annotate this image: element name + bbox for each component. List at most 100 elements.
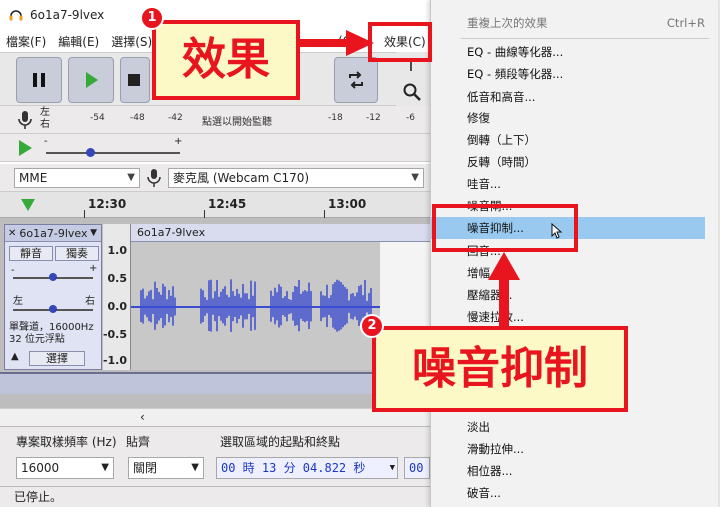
ruler-label: 1.0	[107, 244, 128, 257]
horizontal-scrollbar[interactable]: ‹	[0, 408, 430, 426]
menu-item-repeat-last-effect[interactable]: 重複上次的效果 Ctrl+R	[431, 12, 705, 34]
meter-tick: -18	[328, 113, 343, 123]
menu-separator	[461, 38, 709, 39]
play-icon	[86, 72, 98, 88]
arrow-to-noise-reduction	[488, 252, 520, 330]
ruler-label: -0.5	[102, 328, 127, 341]
pan-knob[interactable]	[49, 305, 57, 313]
stop-button[interactable]	[120, 57, 150, 103]
step-badge-1: 1	[140, 6, 164, 30]
menu-item-eq-curve[interactable]: EQ - 曲線等化器...	[431, 41, 705, 63]
chevron-down-icon: ▼	[411, 172, 419, 183]
pause-button[interactable]	[16, 57, 62, 103]
collapse-icon[interactable]: ▲	[11, 351, 19, 362]
track-select-button[interactable]: 選擇	[29, 351, 85, 366]
menu-item-amplify[interactable]: 增幅...	[431, 262, 705, 284]
solo-button[interactable]: 獨奏	[55, 246, 99, 261]
menu-select[interactable]: 選擇(S)	[111, 33, 152, 50]
noise-reduction-highlight-box	[432, 204, 578, 252]
track-name[interactable]: 6o1a7-9lvex	[19, 227, 87, 240]
recording-meter[interactable]: -54 -48 -42 點選以開始監聽 -18 -12 -6	[56, 113, 426, 129]
pan-right-label: 右	[85, 296, 95, 307]
menu-item-wahwah[interactable]: 哇音...	[431, 173, 705, 195]
menu-item-eq-graphic[interactable]: EQ - 頻段等化器...	[431, 63, 705, 85]
timeline-options-icon[interactable]	[20, 198, 36, 212]
audio-host-value: MME	[19, 171, 48, 185]
device-toolbar: MME ▼ 麥克風 (Webcam C170) ▼	[0, 164, 430, 192]
project-rate-select[interactable]: 16000 ▼	[16, 457, 114, 479]
playback-volume-slider[interactable]	[46, 152, 180, 154]
tick-mark	[204, 210, 205, 218]
microphone-icon	[147, 169, 161, 187]
callout-effect: 效果	[152, 20, 300, 100]
menu-file[interactable]: 檔案(F)	[6, 33, 46, 50]
audio-host-select[interactable]: MME ▼	[14, 168, 140, 188]
play-button[interactable]	[68, 57, 114, 103]
track-menu-chevron-icon[interactable]: ▼	[90, 228, 97, 238]
track-format: 單聲道，16000Hz	[9, 322, 94, 333]
selection-start-time[interactable]: 00 時 13 分 04.822 秒 ▼	[216, 457, 398, 479]
selection-toolbar: 專案取樣頻率 (Hz) 貼齊 選取區域的起點和終點 16000 ▼ 關閉 ▼ 00 …	[0, 426, 430, 486]
recording-device-select[interactable]: 麥克風 (Webcam C170) ▼	[168, 168, 424, 188]
meter-channel-left: 左	[40, 107, 50, 118]
playback-meter-toolbar: - +	[0, 134, 430, 162]
menu-item-repair[interactable]: 修復	[431, 107, 705, 129]
chevron-down-icon: ▼	[127, 172, 135, 183]
ruler-label: 0.5	[107, 272, 128, 285]
recording-device-value: 麥克風 (Webcam C170)	[173, 171, 310, 185]
snap-label: 貼齊	[126, 435, 151, 449]
scroll-left-icon[interactable]: ‹	[140, 410, 145, 424]
selection-end-time[interactable]: 00	[404, 457, 430, 479]
ruler-label: -1.0	[102, 354, 127, 367]
status-bar: 已停止。	[0, 486, 430, 507]
menu-item-sliding-stretch[interactable]: 滑動拉伸...	[431, 438, 705, 460]
selection-range-label: 選取區域的起點和終點	[220, 435, 341, 449]
menu-edit[interactable]: 編輯(E)	[58, 33, 99, 50]
amplitude-ruler: 1.0 0.5 0.0 -0.5 -1.0	[103, 224, 131, 370]
second-track-strip	[0, 372, 430, 394]
timeline-tick: 13:00	[328, 197, 367, 211]
snap-value: 關閉	[133, 461, 158, 475]
loop-button[interactable]	[334, 57, 378, 103]
chevron-down-icon: ▼	[389, 463, 395, 473]
timeline-tick: 12:30	[88, 197, 127, 211]
meter-tick: -54	[90, 113, 105, 123]
track-bitdepth: 32 位元浮點	[9, 334, 65, 345]
meter-channel-right: 右	[40, 119, 50, 130]
track-control-panel: ✕ 6o1a7-9lvex ▼ 靜音 獨奏 - + 左 右 單聲道，16000H…	[4, 224, 102, 370]
menu-item-phaser[interactable]: 相位器...	[431, 460, 705, 482]
menu-item-paulstretch[interactable]: 慢速拉放...	[431, 306, 705, 328]
gain-minus: -	[44, 136, 48, 147]
timeline-ruler[interactable]: 12:30 12:45 13:00	[0, 192, 430, 218]
stop-icon	[128, 74, 140, 86]
snap-select[interactable]: 關閉 ▼	[128, 457, 204, 479]
menu-item-fade-out[interactable]: 淡出	[431, 416, 705, 438]
gain-minus-label: -	[11, 265, 15, 276]
playback-volume-knob[interactable]	[86, 148, 95, 157]
zoom-icon[interactable]	[402, 82, 422, 102]
mute-button[interactable]: 靜音	[9, 246, 53, 261]
chevron-down-icon: ▼	[101, 462, 109, 473]
close-track-icon[interactable]: ✕	[8, 228, 16, 239]
menu-item-invert[interactable]: 倒轉（上下）	[431, 129, 705, 151]
click-to-monitor-label[interactable]: 點選以開始監聽	[202, 113, 272, 128]
clip-header[interactable]: 6o1a7-9lvex	[131, 224, 430, 242]
project-rate-label: 專案取樣頻率 (Hz)	[16, 435, 117, 449]
menu-item-bass-treble[interactable]: 低音和高音...	[431, 86, 705, 108]
tick-mark	[324, 210, 325, 218]
meter-tick: -6	[406, 113, 415, 123]
menu-item-reverse[interactable]: 反轉（時間）	[431, 151, 705, 173]
ruler-label: 0.0	[107, 300, 128, 313]
menu-item-compressor[interactable]: 壓縮器...	[431, 284, 705, 306]
step-badge-2: 2	[360, 314, 384, 338]
menu-item-distortion[interactable]: 破音...	[431, 482, 705, 504]
track-header: ✕ 6o1a7-9lvex ▼	[5, 225, 101, 242]
gain-knob[interactable]	[49, 273, 57, 281]
microphone-icon[interactable]	[16, 109, 34, 131]
window-title: 6o1a7-9lvex	[30, 8, 105, 22]
pan-left-label: 左	[13, 296, 23, 307]
arrow-to-effect-menu	[296, 30, 374, 56]
speaker-play-icon[interactable]	[16, 138, 34, 158]
effect-menu: 重複上次的效果 Ctrl+R EQ - 曲線等化器... EQ - 頻段等化器.…	[430, 0, 718, 507]
shortcut-label: Ctrl+R	[666, 16, 705, 30]
